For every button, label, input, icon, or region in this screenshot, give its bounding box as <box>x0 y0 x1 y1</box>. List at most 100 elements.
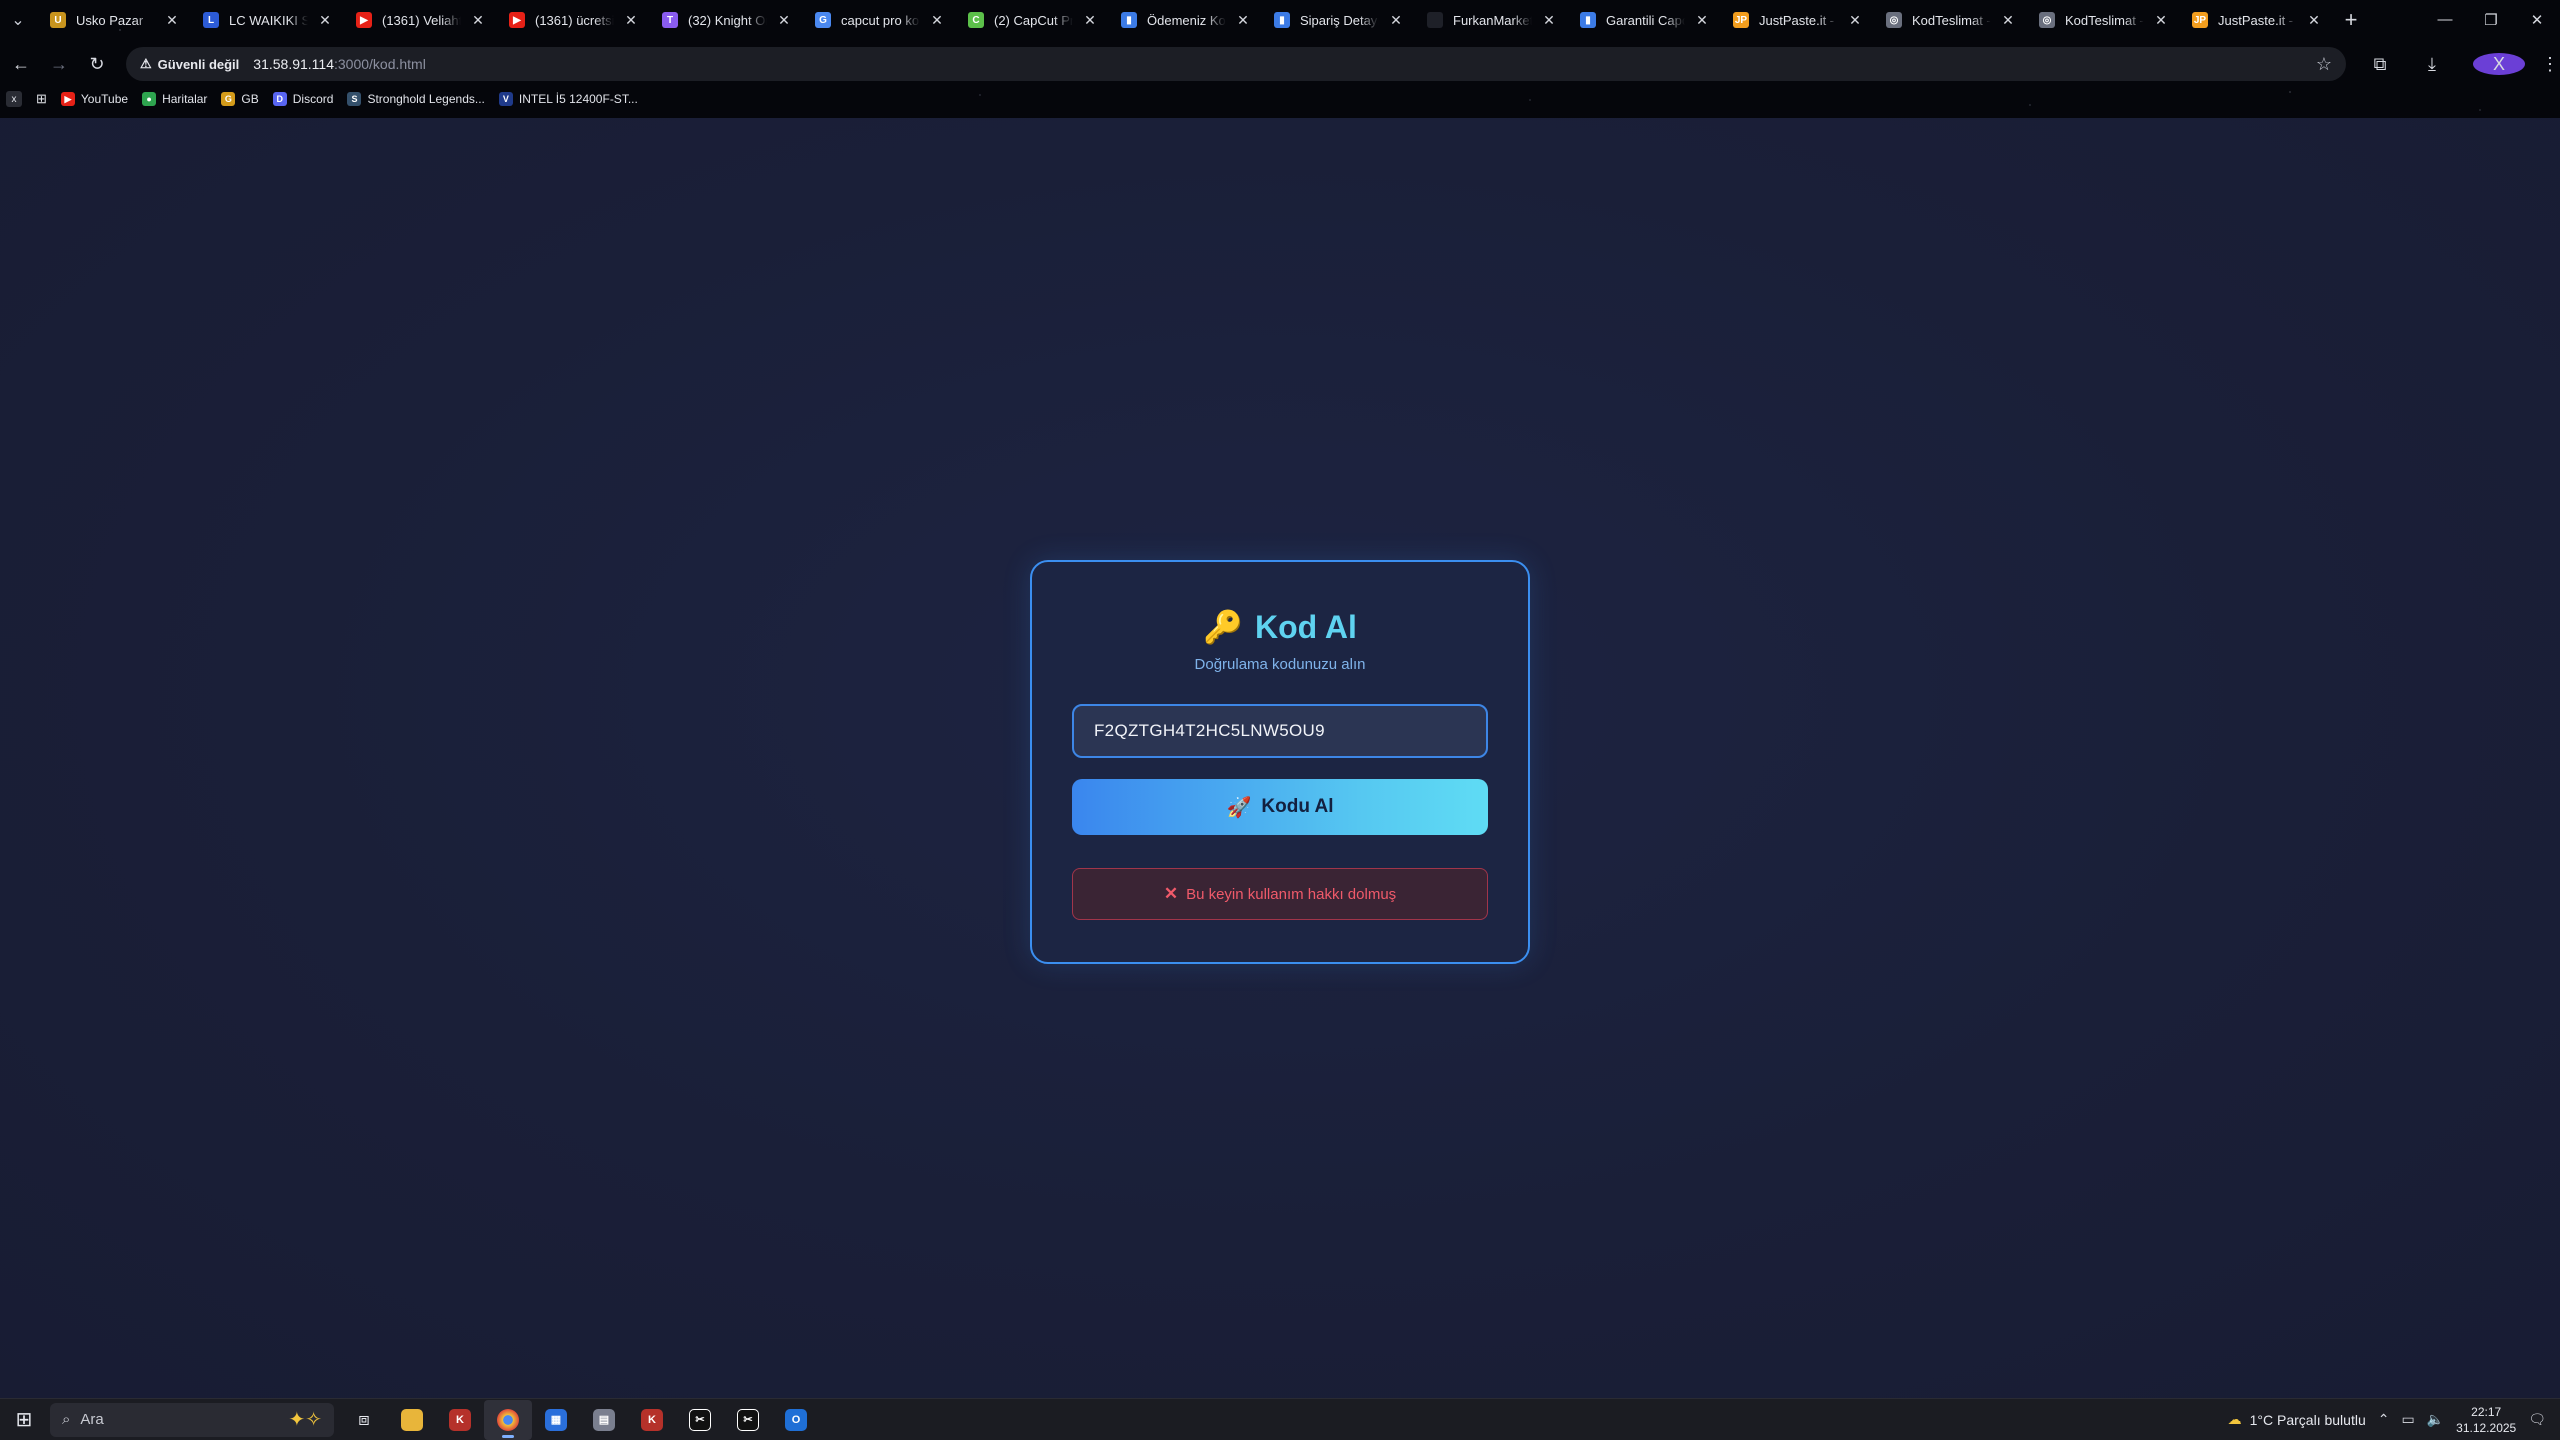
error-message: Bu keyin kullanım hakkı dolmuş <box>1186 885 1397 903</box>
bookmark-item[interactable]: G GB <box>221 92 259 106</box>
bookmark-item[interactable]: S Stronghold Legends... <box>347 92 485 106</box>
browser-tab[interactable]: JP JustPaste.it - Sh ✕ <box>2178 0 2331 40</box>
bookmark-label: YouTube <box>80 92 129 106</box>
tab-favicon-icon: ▶ <box>356 12 372 28</box>
tab-search-chevron-icon[interactable]: ⌄ <box>0 0 36 40</box>
warning-triangle-icon: ⚠ <box>140 56 152 71</box>
browser-toolbar: ← → ↻ ⚠ Güvenli değil 31.58.91.114 :3000… <box>0 44 2560 84</box>
bookmark-item[interactable]: V INTEL İ5 12400F-ST... <box>498 92 638 106</box>
bookmark-item[interactable]: ▶ YouTube <box>60 92 129 106</box>
outlook-icon[interactable]: O <box>772 1400 820 1440</box>
security-badge[interactable]: ⚠ Güvenli değil <box>140 56 253 72</box>
browser-tab[interactable]: ▮ Sipariş Detayı ✕ <box>1260 0 1413 40</box>
tab-title: (32) Knight Onl <box>688 12 767 28</box>
tab-close-icon[interactable]: ✕ <box>1389 12 1403 29</box>
windows-taskbar: ⊞ ⌕ Ara ✦✧ ⧈ K ▦ ▤ K ✂ ✂ O ☁ 1°C Parçalı… <box>0 1398 2560 1440</box>
browser-tab[interactable]: ▶ (1361) Veliaht ✕ <box>342 0 495 40</box>
tab-strip: ⌄ U Usko Pazar ✕ L LC WAIKIKI Siya ✕ ▶ (1361) V… <box>0 0 2560 40</box>
game-app-icon[interactable]: K <box>436 1400 484 1440</box>
new-tab-plus-icon[interactable]: + <box>2331 7 2371 33</box>
bookmark-label: Haritalar <box>162 92 208 106</box>
notification-icon[interactable]: 🗨 <box>2528 1411 2546 1428</box>
store-icon[interactable]: ▦ <box>532 1400 580 1440</box>
tab-title: Ödemeniz Kon <box>1147 12 1226 28</box>
kodu-al-button[interactable]: 🚀 Kodu Al <box>1072 779 1488 835</box>
browser-tab[interactable]: ◎ KodTeslimat - D ✕ <box>2025 0 2178 40</box>
clock[interactable]: 22:17 31.12.2025 <box>2456 1404 2516 1436</box>
apps-grid-icon[interactable]: ⊞ <box>36 91 47 107</box>
browser-tab[interactable]: ▮ Ödemeniz Kon ✕ <box>1107 0 1260 40</box>
tab-title: Sipariş Detayı <box>1300 12 1379 28</box>
tab-favicon-icon: ▮ <box>1121 12 1137 28</box>
tab-title: KodTeslimat - D <box>2065 12 2144 28</box>
bookmark-item[interactable]: D Discord <box>272 92 333 106</box>
tab-close-icon[interactable]: ✕ <box>1542 12 1556 29</box>
browser-tab[interactable]: ◎ KodTeslimat - D ✕ <box>1872 0 2025 40</box>
tab-title: JustPaste.it - Sh <box>2218 12 2297 28</box>
task-view-icon[interactable]: ⧈ <box>340 1400 388 1440</box>
tab-close-icon[interactable]: ✕ <box>1236 12 1250 29</box>
profile-avatar[interactable]: X <box>2473 53 2525 75</box>
browser-tab[interactable]: Gcapcut pro kod ✕ <box>801 0 954 40</box>
tab-favicon-icon: JP <box>2192 12 2208 28</box>
network-icon[interactable]: ▭ <box>2401 1411 2414 1428</box>
tab-close-icon[interactable]: ✕ <box>1083 12 1097 29</box>
weather-text: 1°C Parçalı bulutlu <box>2249 1411 2366 1428</box>
card-subtitle: Doğrulama kodunuzu alın <box>1194 656 1366 673</box>
browser-tab[interactable]: ▶ (1361) ücretsiz ✕ <box>495 0 648 40</box>
browser-menu-icon[interactable]: ⋮ <box>2540 54 2560 75</box>
tab-close-icon[interactable]: ✕ <box>1695 12 1709 29</box>
tab-close-icon[interactable]: ✕ <box>777 12 791 29</box>
tab-close-icon[interactable]: ✕ <box>2001 12 2015 29</box>
browser-tab[interactable]: U Usko Pazar ✕ <box>36 0 189 40</box>
restore-icon[interactable]: ❐ <box>2468 11 2514 29</box>
code-input[interactable] <box>1072 704 1488 758</box>
tab-favicon-icon: ◎ <box>2039 12 2055 28</box>
game-app-icon-2[interactable]: K <box>628 1400 676 1440</box>
tab-title: Usko Pazar <box>76 12 144 28</box>
browser-tab[interactable]: C (2) CapCut Pro ✕ <box>954 0 1107 40</box>
tab-favicon-icon: U <box>50 12 66 28</box>
back-arrow-icon[interactable]: ← <box>4 47 38 81</box>
bookmark-list: ▶ YouTube ● Haritalar G GB D Discord S Stronghold… <box>60 92 638 106</box>
windows-start-icon[interactable]: ⊞ <box>0 1407 48 1432</box>
card-title: 🔑 Kod Al <box>1032 608 1528 646</box>
app-icon[interactable]: ▤ <box>580 1400 628 1440</box>
file-explorer-icon[interactable] <box>388 1400 436 1440</box>
minimize-icon[interactable]: — <box>2422 11 2468 29</box>
bookmark-label: Stronghold Legends... <box>367 92 485 106</box>
address-bar[interactable]: ⚠ Güvenli değil 31.58.91.114 :3000/kod.h… <box>126 47 2346 81</box>
browser-tab[interactable]: T (32) Knight Onl ✕ <box>648 0 801 40</box>
tab-close-icon[interactable]: ✕ <box>2154 12 2168 29</box>
bookmark-item[interactable]: ● Haritalar <box>142 92 207 106</box>
tab-close-icon[interactable]: ✕ <box>1848 12 1862 29</box>
speaker-icon[interactable]: 🔈 <box>2427 1411 2444 1428</box>
browser-tab[interactable]: ▮ Garantili Capc ✕ <box>1566 0 1719 40</box>
tab-close-icon[interactable]: ✕ <box>318 12 332 29</box>
bookmark-star-icon[interactable]: ☆ <box>2316 54 2332 75</box>
browser-tab[interactable]: L LC WAIKIKI Siya ✕ <box>189 0 342 40</box>
download-icon[interactable]: ⤓ <box>2406 54 2458 75</box>
tab-title: KodTeslimat - D <box>1912 12 1991 28</box>
tab-list: U Usko Pazar ✕ L LC WAIKIKI Siya ✕ ▶ (1361) Vel… <box>36 0 2331 40</box>
bookmark-close-icon[interactable]: x <box>6 91 22 107</box>
tab-close-icon[interactable]: ✕ <box>930 12 944 29</box>
browser-tab[interactable]: FurkanMarket ✕ <box>1413 0 1566 40</box>
extensions-puzzle-icon[interactable]: ⧉ <box>2354 54 2406 75</box>
weather-widget[interactable]: ☁ 1°C Parçalı bulutlu <box>2228 1411 2366 1428</box>
tray-chevron-up-icon[interactable]: ⌃ <box>2378 1411 2390 1428</box>
taskbar-search[interactable]: ⌕ Ara ✦✧ <box>50 1402 334 1437</box>
capcut-icon[interactable]: ✂ <box>676 1400 724 1440</box>
close-window-icon[interactable]: ✕ <box>2514 11 2560 29</box>
chrome-icon[interactable] <box>484 1399 532 1440</box>
tab-close-icon[interactable]: ✕ <box>624 12 638 29</box>
capcut-icon-2[interactable]: ✂ <box>724 1400 772 1440</box>
clock-time: 22:17 <box>2471 1404 2502 1419</box>
forward-arrow-icon[interactable]: → <box>42 47 76 81</box>
tab-close-icon[interactable]: ✕ <box>471 12 485 29</box>
tab-close-icon[interactable]: ✕ <box>165 12 179 29</box>
reload-icon[interactable]: ↻ <box>80 47 114 81</box>
browser-tab[interactable]: JP JustPaste.it - Sh ✕ <box>1719 0 1872 40</box>
tab-title: JustPaste.it - Sh <box>1759 12 1838 28</box>
tab-close-icon[interactable]: ✕ <box>2307 12 2321 29</box>
